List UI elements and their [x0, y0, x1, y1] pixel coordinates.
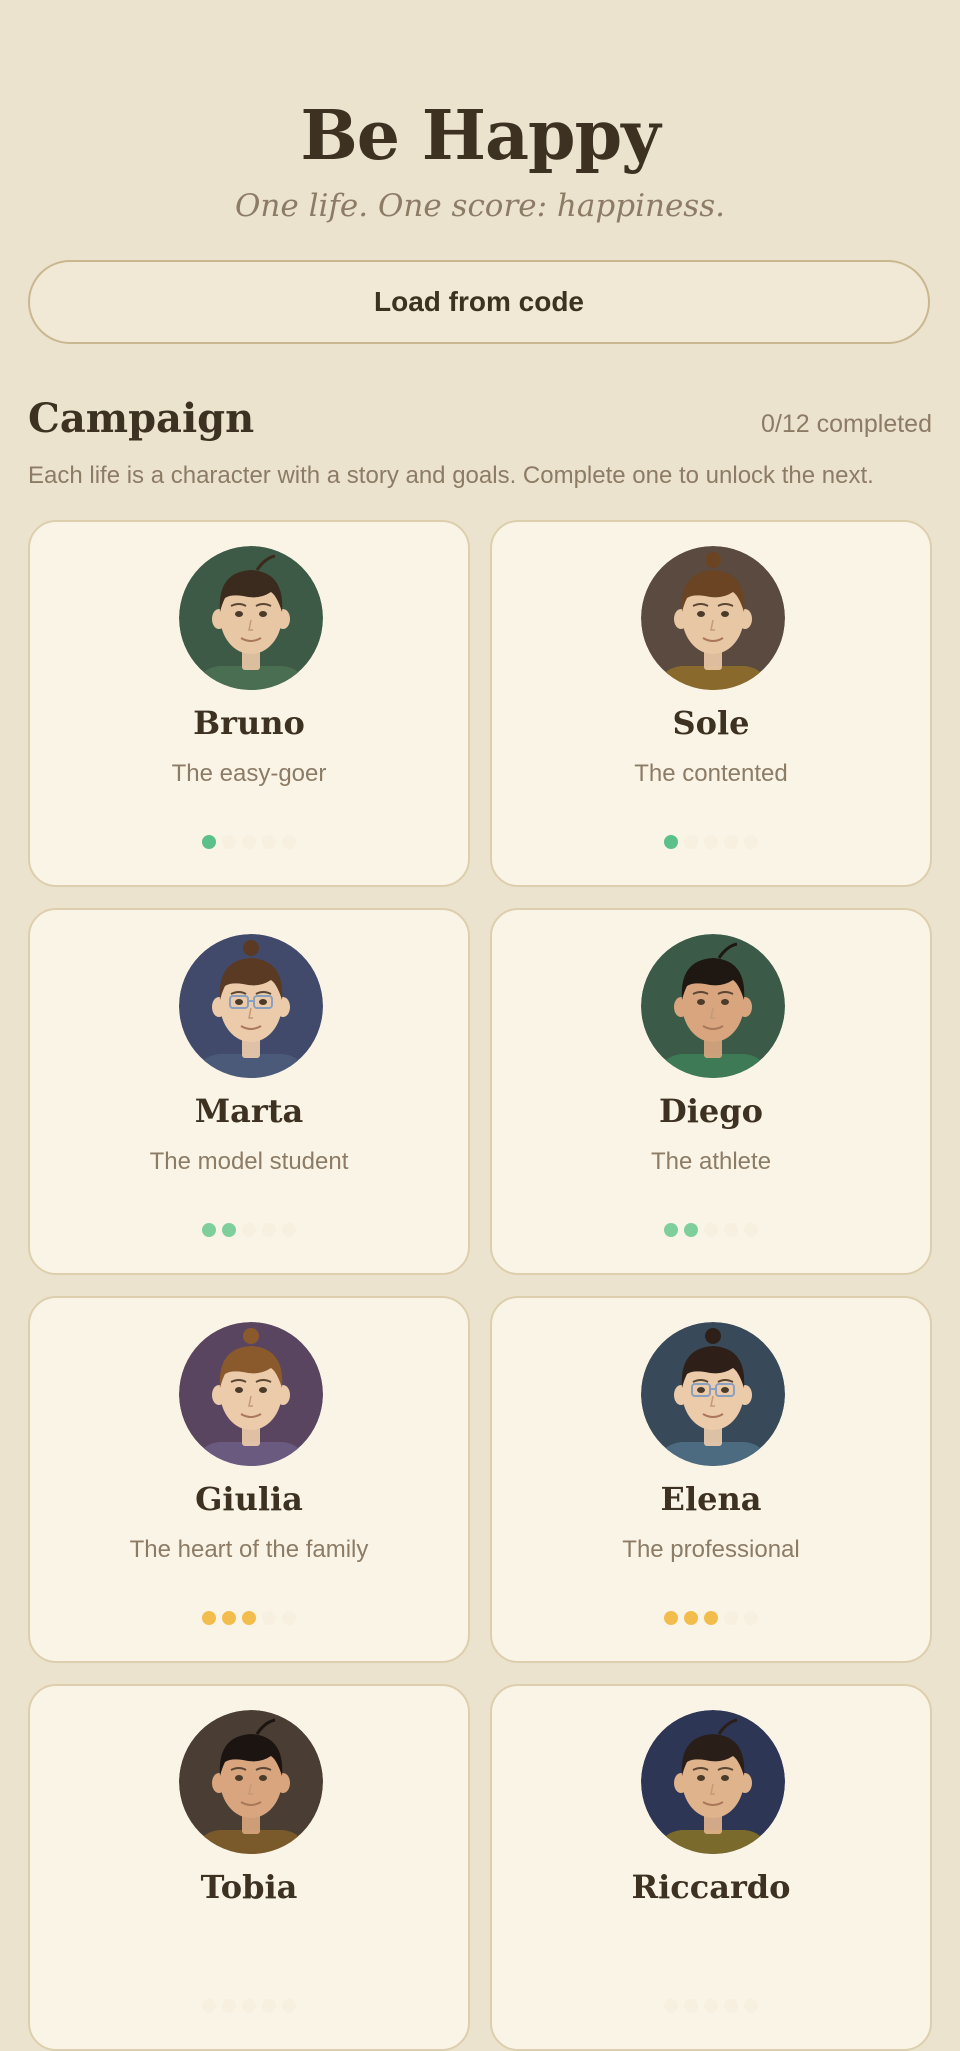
character-card-diego[interactable]: Diego The athlete: [490, 908, 932, 1275]
character-avatar: [641, 934, 785, 1078]
character-name: Diego: [659, 1092, 763, 1130]
character-avatar: [641, 1322, 785, 1466]
difficulty-rating: [492, 1999, 930, 2013]
difficulty-dot-empty: [664, 1999, 678, 2013]
difficulty-dot-filled: [684, 1611, 698, 1625]
character-card-marta[interactable]: Marta The model student: [28, 908, 470, 1275]
difficulty-dot-filled: [664, 1223, 678, 1237]
difficulty-dot-empty: [724, 1999, 738, 2013]
difficulty-dot-filled: [202, 1611, 216, 1625]
difficulty-dot-empty: [724, 1611, 738, 1625]
difficulty-dot-filled: [664, 835, 678, 849]
character-name: Sole: [672, 704, 750, 742]
character-role: The easy-goer: [171, 760, 327, 787]
character-avatar: [179, 1322, 323, 1466]
app-title: Be Happy: [300, 96, 660, 176]
difficulty-dot-filled: [704, 1611, 718, 1625]
character-name: Tobia: [200, 1868, 298, 1906]
character-card-bruno[interactable]: Bruno The easy-goer: [28, 520, 470, 887]
character-avatar: [179, 1710, 323, 1854]
difficulty-dot-empty: [222, 1999, 236, 2013]
character-card-tobia[interactable]: Tobia: [28, 1684, 470, 2051]
character-card-riccardo[interactable]: Riccardo: [490, 1684, 932, 2051]
difficulty-dot-empty: [262, 835, 276, 849]
difficulty-dot-empty: [262, 1999, 276, 2013]
character-name: Giulia: [195, 1480, 303, 1518]
difficulty-rating: [492, 1611, 930, 1625]
character-role: The athlete: [650, 1148, 772, 1175]
character-card-giulia[interactable]: Giulia The heart of the family: [28, 1296, 470, 1663]
campaign-title: Campaign: [28, 395, 255, 442]
campaign-progress: 0/12 completed: [761, 410, 932, 438]
difficulty-rating: [30, 835, 468, 849]
difficulty-dot-empty: [744, 835, 758, 849]
character-avatar: [641, 1710, 785, 1854]
difficulty-dot-empty: [704, 835, 718, 849]
difficulty-dot-empty: [684, 835, 698, 849]
difficulty-dot-empty: [262, 1223, 276, 1237]
difficulty-dot-empty: [724, 1223, 738, 1237]
character-avatar: [179, 546, 323, 690]
difficulty-rating: [492, 835, 930, 849]
difficulty-dot-filled: [202, 835, 216, 849]
difficulty-dot-empty: [282, 1611, 296, 1625]
difficulty-dot-empty: [202, 1999, 216, 2013]
character-role: The heart of the family: [129, 1536, 369, 1563]
difficulty-rating: [30, 1223, 468, 1237]
character-name: Marta: [194, 1092, 304, 1130]
character-role: The professional: [622, 1536, 800, 1563]
difficulty-dot-filled: [202, 1223, 216, 1237]
difficulty-dot-empty: [744, 1611, 758, 1625]
tagline: One life. One score: happiness.: [235, 188, 725, 224]
character-name: Bruno: [193, 704, 305, 742]
difficulty-dot-empty: [222, 835, 236, 849]
difficulty-rating: [492, 1223, 930, 1237]
difficulty-dot-empty: [684, 1999, 698, 2013]
difficulty-rating: [30, 1611, 468, 1625]
difficulty-dot-filled: [222, 1611, 236, 1625]
difficulty-rating: [30, 1999, 468, 2013]
character-name: Elena: [660, 1480, 762, 1518]
difficulty-dot-filled: [684, 1223, 698, 1237]
character-role: The model student: [149, 1148, 349, 1175]
difficulty-dot-empty: [242, 1999, 256, 2013]
difficulty-dot-empty: [242, 1223, 256, 1237]
difficulty-dot-filled: [222, 1223, 236, 1237]
character-role: The contented: [634, 760, 788, 787]
difficulty-dot-filled: [242, 1611, 256, 1625]
character-name: Riccardo: [631, 1868, 791, 1906]
difficulty-dot-empty: [744, 1223, 758, 1237]
campaign-description: Each life is a character with a story an…: [28, 462, 874, 489]
difficulty-dot-filled: [664, 1611, 678, 1625]
difficulty-dot-empty: [724, 835, 738, 849]
load-from-code-button[interactable]: Load from code: [28, 260, 930, 344]
character-avatar: [641, 546, 785, 690]
difficulty-dot-empty: [744, 1999, 758, 2013]
character-card-elena[interactable]: Elena The professional: [490, 1296, 932, 1663]
difficulty-dot-empty: [704, 1223, 718, 1237]
difficulty-dot-empty: [262, 1611, 276, 1625]
character-grid: Bruno The easy-goer Sole The contented Marta…: [28, 520, 932, 2051]
character-avatar: [179, 934, 323, 1078]
difficulty-dot-empty: [282, 1223, 296, 1237]
character-card-sole[interactable]: Sole The contented: [490, 520, 932, 887]
difficulty-dot-empty: [242, 835, 256, 849]
difficulty-dot-empty: [282, 1999, 296, 2013]
difficulty-dot-empty: [704, 1999, 718, 2013]
difficulty-dot-empty: [282, 835, 296, 849]
